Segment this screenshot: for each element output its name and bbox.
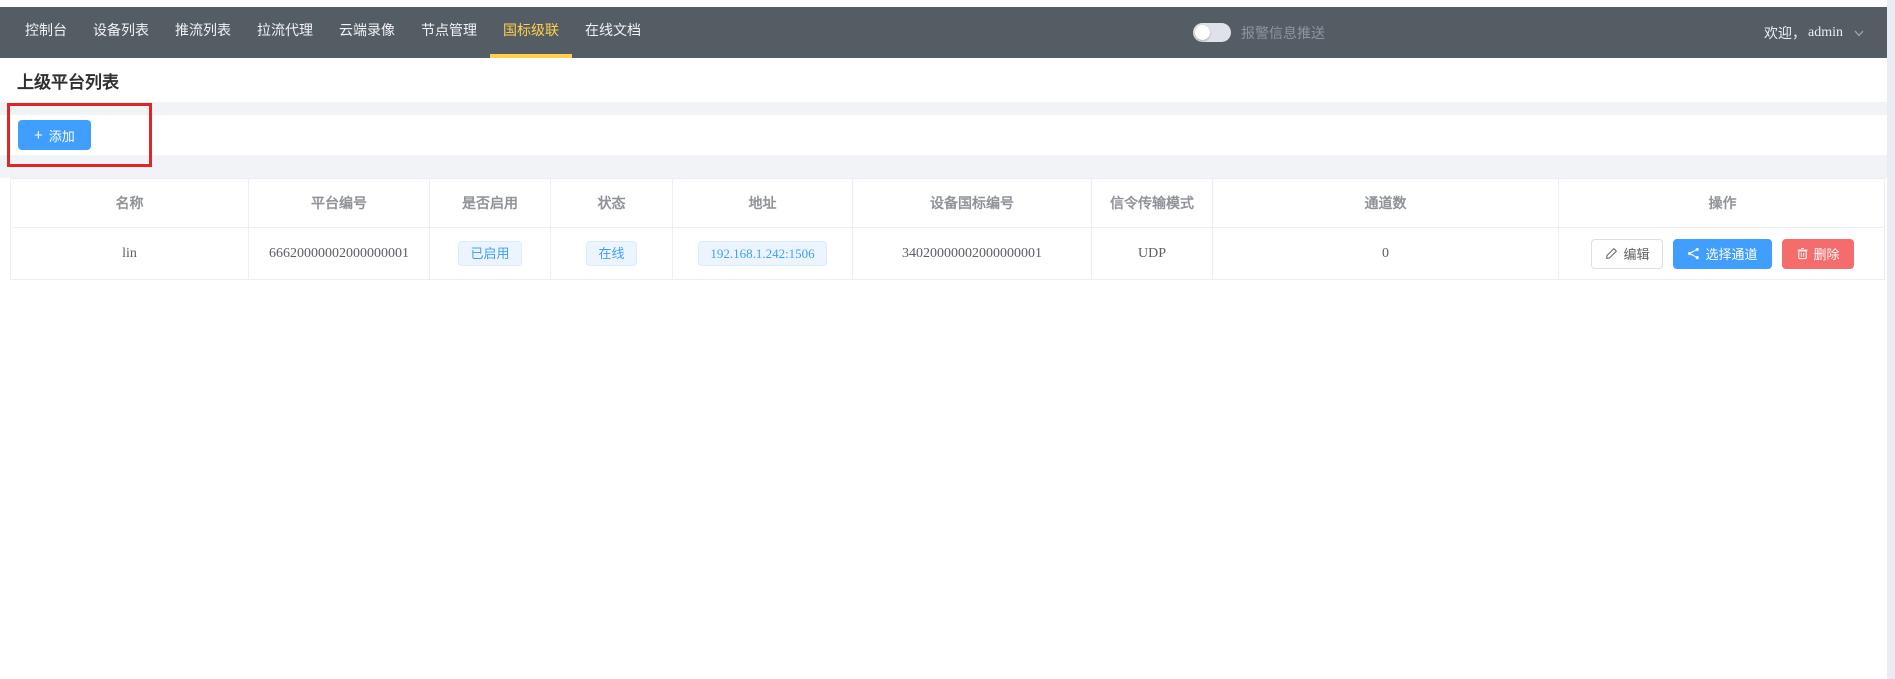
alarm-push-toggle[interactable] bbox=[1193, 23, 1231, 42]
trash-icon bbox=[1796, 247, 1809, 260]
title-bar: 上级平台列表 bbox=[0, 58, 1895, 102]
header-actions: 操作 bbox=[1559, 179, 1886, 227]
toggle-knob bbox=[1195, 25, 1210, 40]
cell-transport-mode: UDP bbox=[1092, 228, 1213, 279]
alarm-push-toggle-group: 报警信息推送 bbox=[1193, 7, 1325, 58]
nav-item-device-list[interactable]: 设备列表 bbox=[80, 7, 162, 58]
nav-item-gb-cascade[interactable]: 国标级联 bbox=[490, 7, 572, 58]
header-name: 名称 bbox=[11, 179, 249, 227]
top-navbar: 控制台 设备列表 推流列表 拉流代理 云端录像 节点管理 国标级联 在线文档 报… bbox=[0, 7, 1895, 58]
platform-table: 名称 平台编号 是否启用 状态 地址 设备国标编号 信令传输模式 通道数 操作 … bbox=[10, 178, 1885, 280]
table-header-row: 名称 平台编号 是否启用 状态 地址 设备国标编号 信令传输模式 通道数 操作 bbox=[11, 179, 1884, 228]
pencil-icon bbox=[1605, 247, 1618, 260]
cell-enabled: 已启用 bbox=[430, 228, 551, 279]
select-channel-button[interactable]: 选择通道 bbox=[1673, 239, 1771, 269]
add-button[interactable]: + 添加 bbox=[18, 120, 91, 150]
top-strip bbox=[0, 0, 1895, 7]
edit-button-label: 编辑 bbox=[1623, 244, 1649, 263]
delete-button[interactable]: 删除 bbox=[1782, 239, 1854, 269]
address-badge: 192.168.1.242:1506 bbox=[698, 241, 826, 266]
enabled-badge: 已启用 bbox=[458, 241, 521, 266]
cell-status: 在线 bbox=[551, 228, 673, 279]
add-button-label: 添加 bbox=[49, 126, 75, 145]
nav-item-node-manage[interactable]: 节点管理 bbox=[408, 7, 490, 58]
cell-device-gb-id: 34020000002000000001 bbox=[853, 228, 1092, 279]
nav-item-pull-proxy[interactable]: 拉流代理 bbox=[244, 7, 326, 58]
delete-button-label: 删除 bbox=[1814, 244, 1840, 263]
welcome-text: 欢迎， bbox=[1764, 23, 1806, 43]
edit-button[interactable]: 编辑 bbox=[1591, 239, 1663, 269]
row-actions: 编辑 bbox=[1591, 239, 1853, 269]
cell-name: lin bbox=[11, 228, 249, 279]
platform-table-card: 名称 平台编号 是否启用 状态 地址 设备国标编号 信令传输模式 通道数 操作 … bbox=[0, 178, 1895, 578]
header-address: 地址 bbox=[673, 179, 853, 227]
share-icon bbox=[1687, 247, 1700, 260]
header-device-gb-id: 设备国标编号 bbox=[853, 179, 1092, 227]
status-badge: 在线 bbox=[586, 241, 636, 266]
select-channel-button-label: 选择通道 bbox=[1705, 244, 1757, 263]
page: 控制台 设备列表 推流列表 拉流代理 云端录像 节点管理 国标级联 在线文档 报… bbox=[0, 0, 1895, 679]
cell-actions: 编辑 bbox=[1559, 228, 1886, 279]
header-platform-id: 平台编号 bbox=[249, 179, 430, 227]
nav-item-push-list[interactable]: 推流列表 bbox=[162, 7, 244, 58]
header-enabled: 是否启用 bbox=[430, 179, 551, 227]
section-divider bbox=[0, 155, 1895, 178]
table-row: lin 66620000002000000001 已启用 在线 192.168.… bbox=[11, 228, 1884, 280]
nav-item-cloud-record[interactable]: 云端录像 bbox=[326, 7, 408, 58]
user-menu[interactable]: 欢迎， admin bbox=[1764, 7, 1865, 58]
username: admin bbox=[1808, 25, 1843, 41]
toolbar: + 添加 bbox=[0, 115, 1895, 155]
header-transport-mode: 信令传输模式 bbox=[1092, 179, 1213, 227]
chevron-down-icon bbox=[1853, 27, 1865, 39]
nav-item-console[interactable]: 控制台 bbox=[12, 7, 80, 58]
page-title: 上级平台列表 bbox=[17, 68, 119, 93]
header-channel-count: 通道数 bbox=[1213, 179, 1559, 227]
cell-channel-count: 0 bbox=[1213, 228, 1559, 279]
nav-item-online-docs[interactable]: 在线文档 bbox=[572, 7, 654, 58]
alarm-push-toggle-label: 报警信息推送 bbox=[1241, 23, 1325, 43]
cell-platform-id: 66620000002000000001 bbox=[249, 228, 430, 279]
header-status: 状态 bbox=[551, 179, 673, 227]
scrollbar-track[interactable] bbox=[1887, 0, 1895, 679]
cell-address: 192.168.1.242:1506 bbox=[673, 228, 853, 279]
section-divider bbox=[0, 102, 1895, 115]
plus-icon: + bbox=[34, 127, 43, 144]
